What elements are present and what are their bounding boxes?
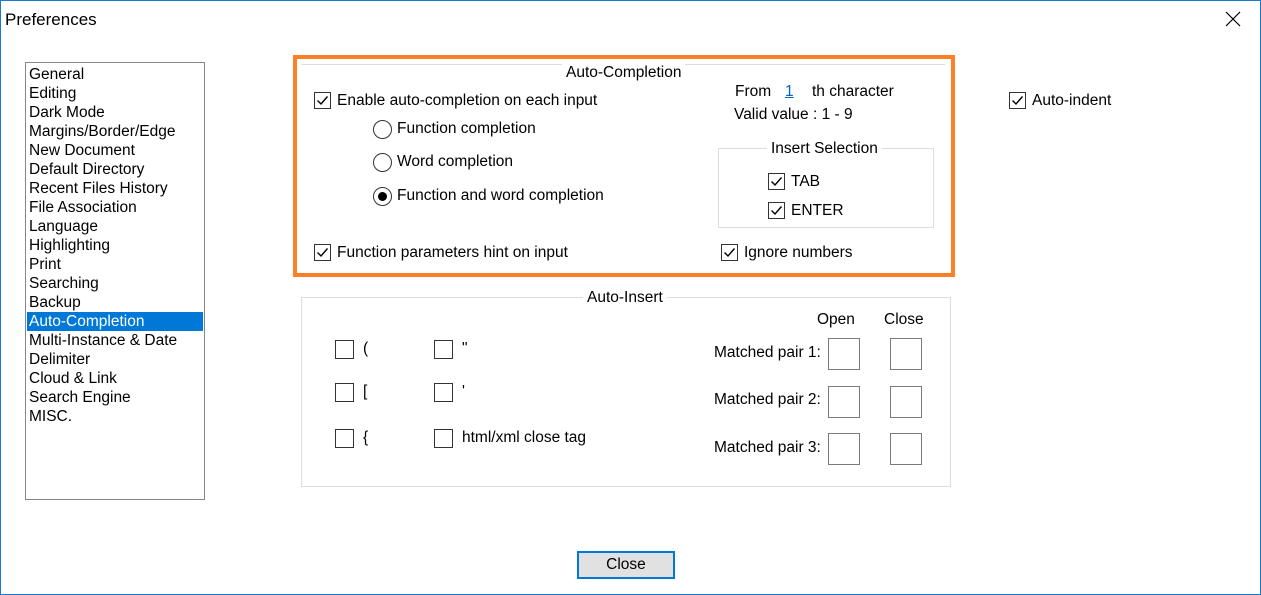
valid-value-label: Valid value : 1 - 9 — [734, 106, 853, 123]
matched-pair-1-close-input[interactable] — [890, 338, 922, 370]
function-completion-radio[interactable] — [373, 120, 392, 139]
ignore-numbers-label: Ignore numbers — [744, 244, 853, 261]
enter-label: ENTER — [791, 202, 844, 219]
function-and-word-completion-radio[interactable] — [373, 187, 392, 206]
insert-selection-title: Insert Selection — [767, 140, 882, 158]
preferences-dialog: Preferences General Editing Dark Mode Ma… — [0, 0, 1261, 595]
category-item-delimiter[interactable]: Delimiter — [27, 350, 203, 369]
enter-checkbox[interactable] — [768, 202, 785, 219]
word-completion-label: Word completion — [397, 153, 514, 170]
matched-pair-2-open-input[interactable] — [828, 386, 860, 418]
close-button[interactable]: Close — [577, 551, 675, 579]
enable-auto-completion-checkbox[interactable] — [314, 92, 331, 109]
paren-checkbox[interactable] — [335, 340, 354, 359]
category-item-searching[interactable]: Searching — [27, 274, 203, 293]
from-label: From — [735, 83, 772, 100]
matched-pair-2-close-input[interactable] — [890, 386, 922, 418]
auto-indent-checkbox[interactable] — [1009, 92, 1026, 109]
function-parameters-hint-label: Function parameters hint on input — [337, 244, 568, 261]
function-parameters-hint-checkbox[interactable] — [314, 244, 331, 261]
auto-completion-group-title: Auto-Completion — [562, 64, 686, 82]
category-item-print[interactable]: Print — [27, 255, 203, 274]
category-item-auto-completion[interactable]: Auto-Completion — [27, 312, 203, 331]
close-column-header: Close — [884, 311, 924, 328]
paren-label: ( — [363, 340, 369, 357]
matched-pair-3-label: Matched pair 3: — [714, 439, 821, 456]
function-completion-label: Function completion — [397, 120, 536, 137]
tab-checkbox[interactable] — [768, 173, 785, 190]
brace-checkbox[interactable] — [335, 429, 354, 448]
category-item-general[interactable]: General — [27, 65, 203, 84]
window-title: Preferences — [5, 10, 97, 29]
brace-label: { — [363, 429, 369, 446]
matched-pair-2-label: Matched pair 2: — [714, 391, 821, 408]
single-quote-label: ' — [462, 383, 465, 400]
from-character-value[interactable]: 1 — [785, 83, 794, 101]
html-close-tag-label: html/xml close tag — [462, 429, 587, 446]
matched-pair-1-open-input[interactable] — [828, 338, 860, 370]
category-item-language[interactable]: Language — [27, 217, 203, 236]
category-item-recent-files[interactable]: Recent Files History — [27, 179, 203, 198]
category-list[interactable]: General Editing Dark Mode Margins/Border… — [25, 62, 205, 500]
category-item-highlighting[interactable]: Highlighting — [27, 236, 203, 255]
double-quote-label: " — [462, 340, 468, 357]
category-item-file-association[interactable]: File Association — [27, 198, 203, 217]
bracket-label: [ — [363, 383, 368, 400]
open-column-header: Open — [817, 311, 855, 328]
category-item-search-engine[interactable]: Search Engine — [27, 388, 203, 407]
title-bar: Preferences — [1, 1, 1260, 38]
th-character-label: th character — [812, 83, 894, 100]
matched-pair-3-open-input[interactable] — [828, 433, 860, 465]
html-close-tag-checkbox[interactable] — [434, 429, 453, 448]
close-window-icon[interactable] — [1210, 1, 1256, 38]
matched-pair-1-label: Matched pair 1: — [714, 344, 821, 361]
enable-auto-completion-label: Enable auto-completion on each input — [337, 92, 598, 109]
category-item-dark-mode[interactable]: Dark Mode — [27, 103, 203, 122]
auto-insert-group-title: Auto-Insert — [583, 289, 667, 307]
category-item-misc[interactable]: MISC. — [27, 407, 203, 426]
tab-label: TAB — [791, 173, 820, 190]
matched-pair-3-close-input[interactable] — [890, 433, 922, 465]
category-item-multi-instance[interactable]: Multi-Instance & Date — [27, 331, 203, 350]
double-quote-checkbox[interactable] — [434, 340, 453, 359]
category-item-backup[interactable]: Backup — [27, 293, 203, 312]
category-item-margins[interactable]: Margins/Border/Edge — [27, 122, 203, 141]
word-completion-radio[interactable] — [373, 153, 392, 172]
auto-indent-label: Auto-indent — [1032, 92, 1112, 109]
category-item-cloud-link[interactable]: Cloud & Link — [27, 369, 203, 388]
category-item-default-directory[interactable]: Default Directory — [27, 160, 203, 179]
category-item-new-document[interactable]: New Document — [27, 141, 203, 160]
single-quote-checkbox[interactable] — [434, 383, 453, 402]
dialog-body: General Editing Dark Mode Margins/Border… — [1, 38, 1260, 594]
function-and-word-completion-label: Function and word completion — [397, 187, 604, 204]
category-item-editing[interactable]: Editing — [27, 84, 203, 103]
ignore-numbers-checkbox[interactable] — [721, 244, 738, 261]
bracket-checkbox[interactable] — [335, 383, 354, 402]
